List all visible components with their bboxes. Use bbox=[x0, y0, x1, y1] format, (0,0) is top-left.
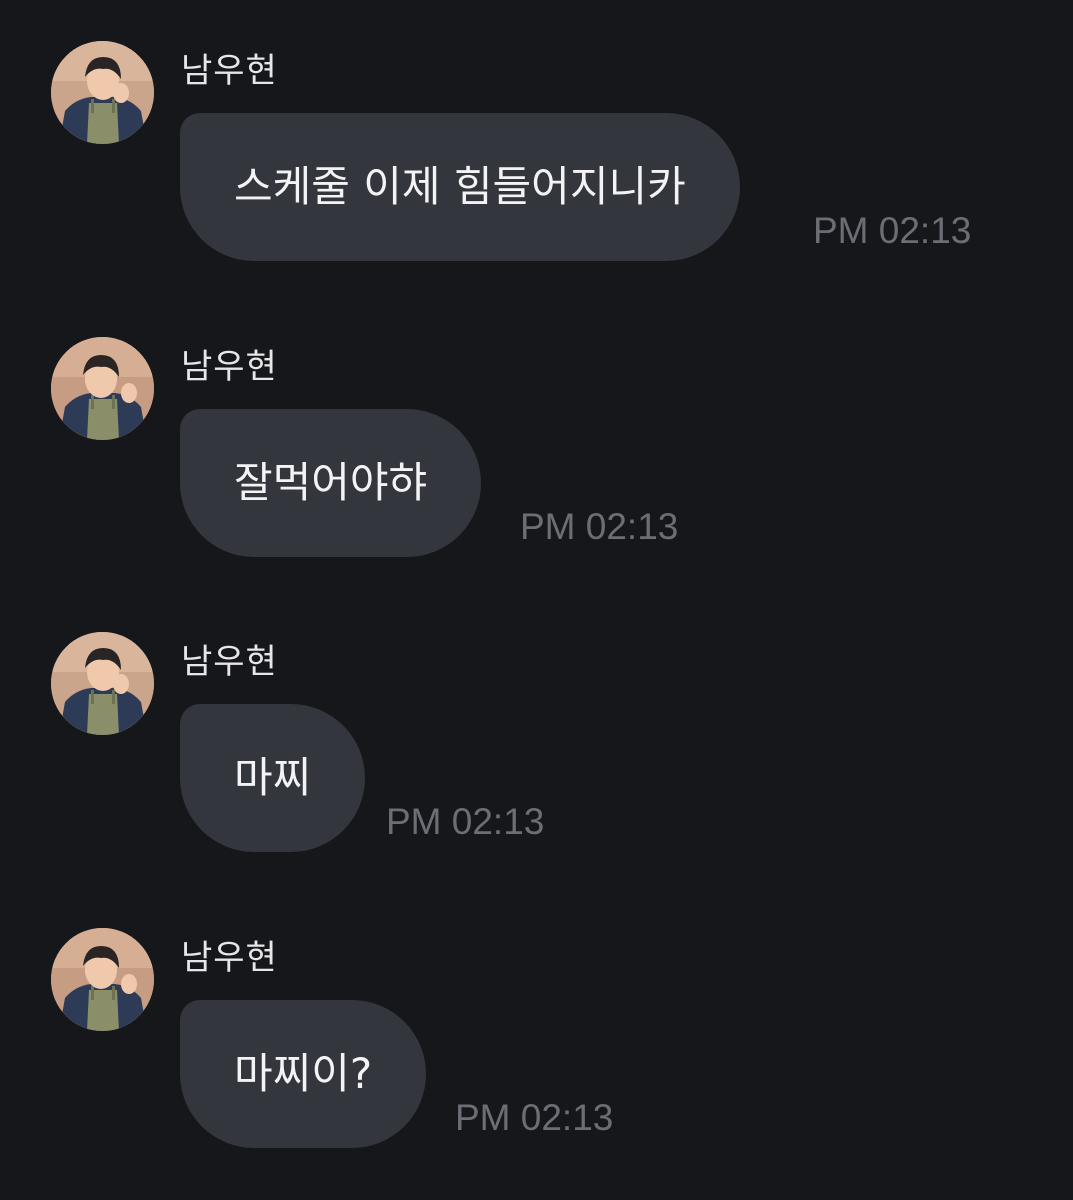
chat-message: 남우현 마찌 PM 02:13 bbox=[0, 632, 1073, 862]
sender-name: 남우현 bbox=[181, 51, 278, 91]
sender-avatar[interactable] bbox=[51, 632, 154, 735]
message-timestamp: PM 02:13 bbox=[813, 210, 972, 251]
sender-name: 남우현 bbox=[181, 347, 278, 387]
chat-message: 남우현 잘먹어야햐 PM 02:13 bbox=[0, 337, 1073, 567]
chat-message: 남우현 스케줄 이제 힘들어지니카 PM 02:13 bbox=[0, 41, 1073, 271]
sender-name: 남우현 bbox=[181, 642, 278, 682]
profile-photo-icon bbox=[51, 41, 154, 144]
profile-photo-icon bbox=[51, 928, 154, 1031]
chat-message-list[interactable]: 남우현 스케줄 이제 힘들어지니카 PM 02:13 남우현 잘먹어야햐 PM … bbox=[0, 0, 1073, 1200]
message-timestamp: PM 02:13 bbox=[520, 506, 679, 547]
profile-photo-icon bbox=[51, 337, 154, 440]
message-bubble[interactable]: 스케줄 이제 힘들어지니카 bbox=[180, 113, 740, 261]
chat-message: 남우현 마찌이? PM 02:13 bbox=[0, 928, 1073, 1158]
message-timestamp: PM 02:13 bbox=[455, 1097, 614, 1138]
message-bubble[interactable]: 잘먹어야햐 bbox=[180, 409, 482, 557]
sender-avatar[interactable] bbox=[51, 337, 154, 440]
profile-photo-icon bbox=[51, 632, 154, 735]
sender-avatar[interactable] bbox=[51, 41, 154, 144]
sender-name: 남우현 bbox=[181, 938, 278, 978]
sender-avatar[interactable] bbox=[51, 928, 154, 1031]
message-bubble[interactable]: 마찌 bbox=[180, 704, 366, 852]
message-timestamp: PM 02:13 bbox=[386, 801, 545, 842]
message-bubble[interactable]: 마찌이? bbox=[180, 1000, 427, 1148]
